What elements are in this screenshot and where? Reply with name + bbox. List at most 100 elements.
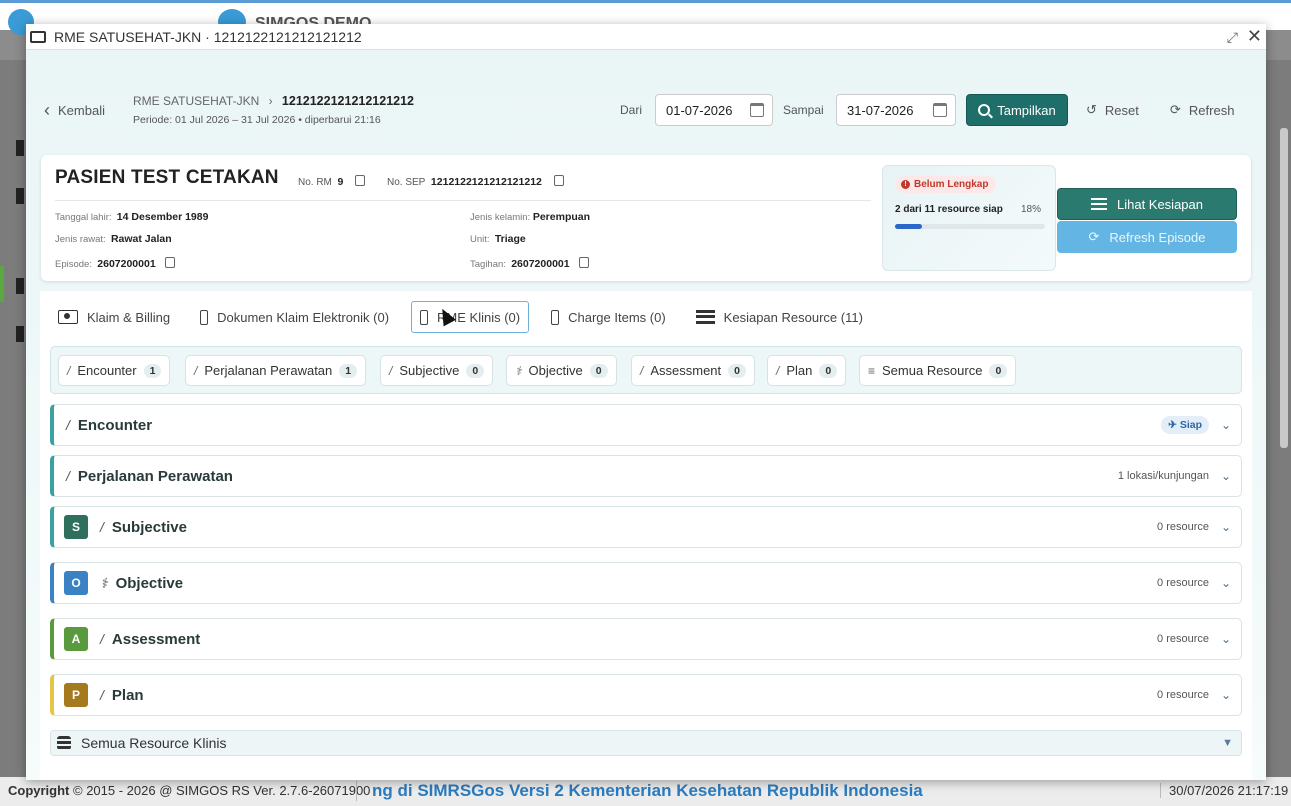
readiness-percent: 18% (1020, 204, 1041, 215)
document-icon (420, 309, 429, 325)
chevron-right-icon: › (268, 94, 273, 108)
tab-rme-clinical[interactable]: RME Klinis (0) (411, 301, 530, 333)
section-letter-badge: S (64, 515, 88, 539)
sidebar-icon[interactable] (16, 326, 24, 342)
status-badge: ! Belum Lengkap (895, 176, 997, 193)
tag-icon: / (776, 363, 780, 378)
calendar-icon[interactable] (933, 103, 947, 117)
patient-sex: Jenis kelamin: Perempuan (470, 211, 591, 223)
chevron-down-icon[interactable]: ⌄ (1221, 520, 1231, 534)
copy-icon[interactable] (553, 175, 564, 186)
caret-down-icon[interactable]: ▼ (1222, 737, 1233, 749)
section-plan[interactable]: P / Plan 0 resource ⌄ (50, 674, 1242, 716)
chevron-down-icon[interactable]: ⌄ (1221, 576, 1231, 590)
chip-assessment[interactable]: / Assessment 0 (631, 355, 755, 386)
chip-care-journey[interactable]: / Perjalanan Perawatan 1 (185, 355, 367, 386)
footer-copyright: Copyright © 2015 - 2026 @ SIMGOS RS Ver.… (8, 783, 371, 798)
document-icon (551, 309, 560, 325)
copy-icon[interactable] (164, 257, 175, 268)
sidebar-active-indicator (0, 266, 4, 302)
patient-dob: Tanggal lahir: 14 Desember 1989 (55, 211, 209, 223)
calendar-icon[interactable] (750, 103, 764, 117)
sidebar-icon[interactable] (16, 188, 24, 204)
modal-body: ‹ Kembali RME SATUSEHAT-JKN › 1212122121… (26, 50, 1266, 780)
section-letter-badge: A (64, 627, 88, 651)
tab-billing[interactable]: Klaim & Billing (50, 301, 178, 333)
patient-unit: Unit: Triage (470, 233, 526, 245)
chip-objective[interactable]: ⚕ Objective 0 (506, 355, 617, 386)
period-text: Periode: 01 Jul 2026 – 31 Jul 2026 • dip… (133, 114, 381, 126)
tab-documents[interactable]: Dokumen Klaim Elektronik (0) (192, 301, 397, 333)
from-label: Dari (620, 103, 643, 117)
refresh-icon: ⟳ (1088, 229, 1100, 244)
chip-plan[interactable]: / Plan 0 (767, 355, 847, 386)
to-date-input[interactable]: 31-07-2026 (836, 94, 956, 126)
tag-icon: / (67, 363, 71, 378)
section-summary: 0 resource (1157, 689, 1209, 701)
close-icon[interactable]: ✕ (1247, 26, 1262, 47)
patient-card: PASIEN TEST CETAKAN No. RM 9 No. SEP 121… (41, 155, 1251, 281)
status-badge: ✈ Siap (1161, 416, 1209, 434)
tag-icon: / (66, 417, 70, 433)
tab-resource-readiness[interactable]: Kesiapan Resource (11) (688, 301, 871, 333)
patient-care-type: Jenis rawat: Rawat Jalan (55, 233, 172, 245)
chip-encounter[interactable]: / Encounter 1 (58, 355, 171, 386)
alert-icon: ! (901, 180, 910, 189)
breadcrumb-root[interactable]: RME SATUSEHAT-JKN (133, 94, 259, 108)
database-icon (57, 736, 71, 750)
tab-bar: Klaim & Billing Dokumen Klaim Elektronik… (50, 301, 871, 333)
copy-icon[interactable] (578, 257, 589, 268)
chip-subjective[interactable]: / Subjective 0 (380, 355, 494, 386)
from-date-input[interactable]: 01-07-2026 (655, 94, 773, 126)
divider (55, 200, 871, 201)
app-sidebar (0, 60, 26, 780)
sidebar-icon[interactable] (16, 278, 24, 294)
refresh-episode-button[interactable]: ⟳ Refresh Episode (1057, 221, 1237, 253)
chevron-down-icon[interactable]: ⌄ (1221, 632, 1231, 646)
modal-title: RME SATUSEHAT-JKN · 1212122121212121212 (54, 28, 362, 45)
reset-button[interactable]: ↺ Reset (1086, 94, 1139, 126)
show-button[interactable]: Tampilkan (966, 94, 1068, 126)
footer-clock: 30/07/2026 21:17:19 (1160, 783, 1288, 798)
back-label: Kembali (58, 103, 105, 118)
expand-icon[interactable]: ⤢ (1227, 29, 1238, 46)
page-header: ‹ Kembali RME SATUSEHAT-JKN › 1212122121… (26, 50, 1266, 146)
patient-episode: Episode: 2607200001 (55, 257, 175, 270)
copy-icon[interactable] (355, 175, 366, 186)
footer-marquee: ng di SIMRSGos Versi 2 Kementerian Keseh… (372, 781, 923, 800)
chevron-down-icon[interactable]: ⌄ (1221, 469, 1231, 483)
chevron-down-icon[interactable]: ⌄ (1221, 688, 1231, 702)
database-icon: ≡ (868, 363, 876, 378)
rme-modal: RME SATUSEHAT-JKN · 1212122121212121212 … (26, 24, 1266, 780)
sidebar-icon[interactable] (16, 140, 24, 156)
patient-name: PASIEN TEST CETAKAN (55, 167, 279, 188)
breadcrumb: RME SATUSEHAT-JKN › 1212122121212121212 (133, 94, 414, 108)
view-readiness-button[interactable]: Lihat Kesiapan (1057, 188, 1237, 220)
section-subjective[interactable]: S / Subjective 0 resource ⌄ (50, 506, 1242, 548)
section-assessment[interactable]: A / Assessment 0 resource ⌄ (50, 618, 1242, 660)
tag-icon: / (100, 631, 104, 647)
back-button[interactable]: ‹ Kembali (44, 100, 105, 121)
all-clinical-resources[interactable]: Semua Resource Klinis ▼ (50, 730, 1242, 756)
chevron-down-icon[interactable]: ⌄ (1221, 418, 1231, 432)
tag-icon: / (194, 363, 198, 378)
tag-icon: / (640, 363, 644, 378)
scrollbar[interactable] (1280, 128, 1288, 448)
footer-divider (356, 781, 357, 801)
readiness-progress (895, 224, 1045, 229)
stethoscope-icon: ⚕ (515, 363, 522, 378)
section-care-journey[interactable]: / Perjalanan Perawatan 1 lokasi/kunjunga… (50, 455, 1242, 497)
chip-all-resources[interactable]: ≡ Semua Resource 0 (859, 355, 1017, 386)
folder-icon (30, 30, 46, 43)
to-label: Sampai (783, 103, 824, 117)
section-letter-badge: O (64, 571, 88, 595)
section-encounter[interactable]: / Encounter ✈ Siap ⌄ (50, 404, 1242, 446)
section-objective[interactable]: O ⚕ Objective 0 resource ⌄ (50, 562, 1242, 604)
tab-charge-items[interactable]: Charge Items (0) (543, 301, 674, 333)
patient-rm: No. RM 9 (298, 175, 366, 188)
section-summary: 1 lokasi/kunjungan (1117, 470, 1209, 482)
refresh-button[interactable]: ⟳ Refresh (1170, 94, 1234, 126)
resource-filter-bar: / Encounter 1 /Perjalanan Perawatan 1 /Subj… (50, 346, 1242, 394)
readiness-summary: 2 dari 11 resource siap (895, 204, 1003, 215)
patient-bill: Tagihan: 2607200001 (470, 257, 589, 270)
